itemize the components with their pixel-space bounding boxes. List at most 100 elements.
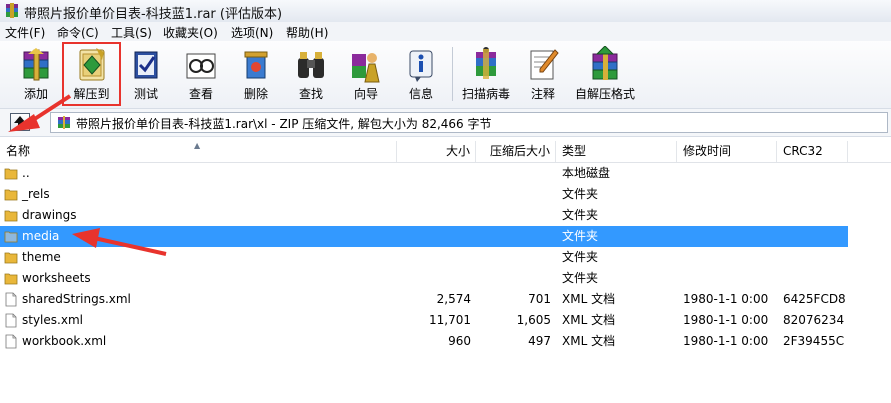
file-modified: 1980-1-1 0:00	[683, 292, 769, 306]
file-packed-size	[476, 184, 551, 205]
file-type: 本地磁盘	[562, 166, 611, 180]
menu-bar: 文件(F) 命令(C) 工具(S) 收藏夹(O) 选项(N) 帮助(H)	[0, 22, 891, 41]
file-row[interactable]: workbook.xml 960 497 XML 文档 1980-1-1 0:00 2F3…	[0, 331, 848, 352]
file-icon	[5, 334, 17, 349]
annotation-arrow-left	[72, 228, 167, 256]
file-modified	[683, 247, 777, 268]
info-label: 信息	[408, 87, 433, 101]
column-modified-label: 修改时间	[683, 144, 732, 158]
folder-icon	[4, 252, 18, 264]
file-crc	[783, 205, 848, 226]
file-packed-size: 1,605	[516, 313, 551, 327]
comment-button[interactable]: 注释	[518, 41, 568, 107]
file-row[interactable]: worksheets 文件夹	[0, 268, 848, 289]
file-name: _rels	[22, 187, 50, 201]
address-bar: 带照片报价单价目表-科技蓝1.rar\xl - ZIP 压缩文件, 解包大小为 …	[0, 109, 891, 137]
file-crc	[783, 268, 848, 289]
file-packed-size	[476, 268, 551, 289]
file-name: worksheets	[22, 271, 91, 285]
path-text: 带照片报价单价目表-科技蓝1.rar\xl - ZIP 压缩文件, 解包大小为 …	[76, 117, 492, 131]
delete-label: 删除	[243, 87, 268, 101]
file-row[interactable]: styles.xml 11,701 1,605 XML 文档 1980-1-1 0:00…	[0, 310, 848, 331]
sort-ascending-icon: ▲	[194, 141, 201, 150]
file-packed-size	[476, 163, 551, 184]
file-packed-size	[476, 247, 551, 268]
menu-file[interactable]: 文件(F)	[5, 24, 45, 41]
file-size	[397, 226, 471, 247]
test-label: 测试	[133, 87, 158, 101]
window-title: 带照片报价单价目表-科技蓝1.rar (评估版本)	[24, 7, 283, 22]
file-type: 文件夹	[562, 271, 599, 285]
column-type-label: 类型	[562, 144, 587, 158]
file-row[interactable]: _rels 文件夹	[0, 184, 848, 205]
file-packed-size: 701	[528, 292, 551, 306]
column-header: 名称 ▲ 大小 压缩后大小 类型 修改时间 CRC32	[0, 141, 891, 163]
winrar-app-icon[interactable]	[5, 3, 19, 18]
comment-icon	[530, 49, 559, 80]
file-size: 11,701	[429, 313, 471, 327]
file-size	[397, 268, 471, 289]
test-button[interactable]: 测试	[120, 41, 172, 107]
file-row[interactable]: .. 本地磁盘	[0, 163, 848, 184]
column-crc-label: CRC32	[783, 144, 823, 158]
file-icon	[5, 292, 17, 307]
folder-icon	[4, 168, 18, 180]
toolbar: 添加 解压到 测试 查看 删除 查找 向导 信息 扫描病毒 注释 自解压格式	[0, 41, 891, 109]
file-modified	[683, 205, 777, 226]
delete-button[interactable]: 删除	[230, 41, 282, 107]
file-type: 文件夹	[562, 208, 599, 222]
sfx-label: 自解压格式	[574, 87, 635, 101]
menu-tools[interactable]: 工具(S)	[111, 24, 152, 41]
file-size	[397, 184, 471, 205]
add-archive-icon	[23, 48, 49, 81]
sfx-button[interactable]: 自解压格式	[570, 41, 640, 107]
column-type[interactable]: 类型	[556, 141, 677, 162]
sfx-icon	[592, 46, 618, 80]
info-button[interactable]: 信息	[395, 41, 447, 107]
view-label: 查看	[188, 87, 213, 101]
wizard-label: 向导	[353, 87, 378, 101]
find-button[interactable]: 查找	[285, 41, 337, 107]
delete-icon	[244, 51, 268, 79]
file-name: styles.xml	[22, 313, 83, 327]
file-packed-size	[476, 205, 551, 226]
file-size: 2,574	[436, 292, 471, 306]
menu-options[interactable]: 选项(N)	[231, 24, 273, 41]
comment-label: 注释	[530, 87, 555, 101]
file-size	[397, 163, 471, 184]
menu-commands[interactable]: 命令(C)	[57, 24, 99, 41]
file-row[interactable]: sharedStrings.xml 2,574 701 XML 文档 1980-1-1 …	[0, 289, 848, 310]
column-packed-label: 压缩后大小	[489, 144, 550, 158]
file-crc	[783, 247, 848, 268]
file-modified	[683, 226, 777, 247]
file-row[interactable]: drawings 文件夹	[0, 205, 848, 226]
wizard-button[interactable]: 向导	[340, 41, 392, 107]
file-crc	[783, 226, 848, 247]
file-name: ..	[22, 166, 30, 180]
menu-help[interactable]: 帮助(H)	[286, 24, 328, 41]
menu-favorites[interactable]: 收藏夹(O)	[163, 24, 218, 41]
file-size	[397, 247, 471, 268]
column-size[interactable]: 大小	[397, 141, 476, 162]
file-modified	[683, 163, 777, 184]
column-modified[interactable]: 修改时间	[677, 141, 777, 162]
toolbar-separator	[452, 47, 453, 101]
file-crc	[783, 184, 848, 205]
file-name: sharedStrings.xml	[22, 292, 131, 306]
file-crc: 82076234	[783, 313, 845, 327]
view-button[interactable]: 查看	[175, 41, 227, 107]
folder-icon	[4, 189, 18, 201]
virus-scan-icon	[476, 47, 496, 79]
column-packed[interactable]: 压缩后大小	[476, 141, 556, 162]
file-type: XML 文档	[562, 313, 616, 327]
file-crc	[783, 163, 848, 184]
column-size-label: 大小	[445, 144, 470, 158]
file-type: XML 文档	[562, 292, 616, 306]
path-field[interactable]: 带照片报价单价目表-科技蓝1.rar\xl - ZIP 压缩文件, 解包大小为 …	[50, 112, 888, 133]
file-type: XML 文档	[562, 334, 616, 348]
file-crc: 6425FCD8	[783, 292, 846, 306]
virus-scan-button[interactable]: 扫描病毒	[456, 41, 516, 107]
column-crc[interactable]: CRC32	[777, 141, 848, 162]
wizard-icon	[352, 53, 380, 83]
folder-icon	[4, 231, 18, 243]
